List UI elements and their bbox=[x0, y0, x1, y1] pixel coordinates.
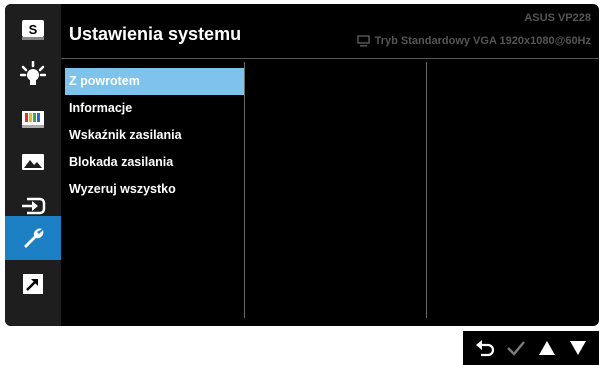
checkmark-icon bbox=[506, 341, 525, 356]
sidebar-item-shortcut[interactable] bbox=[5, 262, 61, 306]
confirm-key[interactable] bbox=[505, 337, 527, 359]
back-key[interactable] bbox=[474, 337, 496, 359]
osd-panel: S Ustawienia systemu ASUS VP228 Tryb Sta… bbox=[5, 4, 599, 326]
menu-item-reset-all[interactable]: Wyzeruj wszystko bbox=[65, 176, 244, 203]
sidebar-item-image[interactable] bbox=[5, 140, 61, 184]
s-letter-icon: S bbox=[22, 20, 44, 40]
color-bars-icon bbox=[22, 111, 44, 128]
input-arrow-icon bbox=[22, 197, 46, 215]
sidebar-item-splendid[interactable]: S bbox=[5, 8, 61, 52]
column-divider bbox=[244, 62, 245, 318]
down-triangle-icon bbox=[569, 341, 586, 355]
sidebar: S bbox=[5, 4, 61, 326]
svg-text:S: S bbox=[29, 22, 38, 37]
sidebar-item-color[interactable] bbox=[5, 96, 61, 140]
column-divider bbox=[426, 62, 427, 318]
wrench-icon bbox=[24, 228, 44, 248]
up-key[interactable] bbox=[536, 337, 558, 359]
back-arrow-icon bbox=[475, 340, 494, 357]
menu-item-power-lock[interactable]: Blokada zasilania bbox=[65, 149, 244, 176]
landscape-image-icon bbox=[22, 154, 44, 170]
menu-item-power-indicator[interactable]: Wskaźnik zasilania bbox=[65, 122, 244, 149]
up-triangle-icon bbox=[538, 341, 555, 355]
menu-item-back[interactable]: Z powrotem bbox=[65, 68, 244, 95]
monitor-icon bbox=[356, 35, 370, 47]
down-key[interactable] bbox=[567, 337, 589, 359]
header-divider bbox=[61, 58, 599, 59]
light-bulb-icon bbox=[20, 61, 46, 85]
model-name: ASUS VP228 bbox=[524, 12, 591, 24]
sidebar-item-blue-light-filter[interactable] bbox=[5, 52, 61, 96]
navigation-keys bbox=[463, 331, 599, 365]
menu-item-information[interactable]: Informacje bbox=[65, 95, 244, 122]
sidebar-item-system-setup[interactable] bbox=[5, 216, 61, 260]
menu-list: Z powrotem Informacje Wskaźnik zasilania… bbox=[65, 68, 244, 203]
mode-status: Tryb Standardowy VGA 1920x1080@60Hz bbox=[356, 35, 591, 47]
page-title: Ustawienia systemu bbox=[69, 24, 242, 44]
mode-status-text: Tryb Standardowy VGA 1920x1080@60Hz bbox=[374, 35, 591, 47]
shortcut-arrow-icon bbox=[23, 274, 43, 294]
